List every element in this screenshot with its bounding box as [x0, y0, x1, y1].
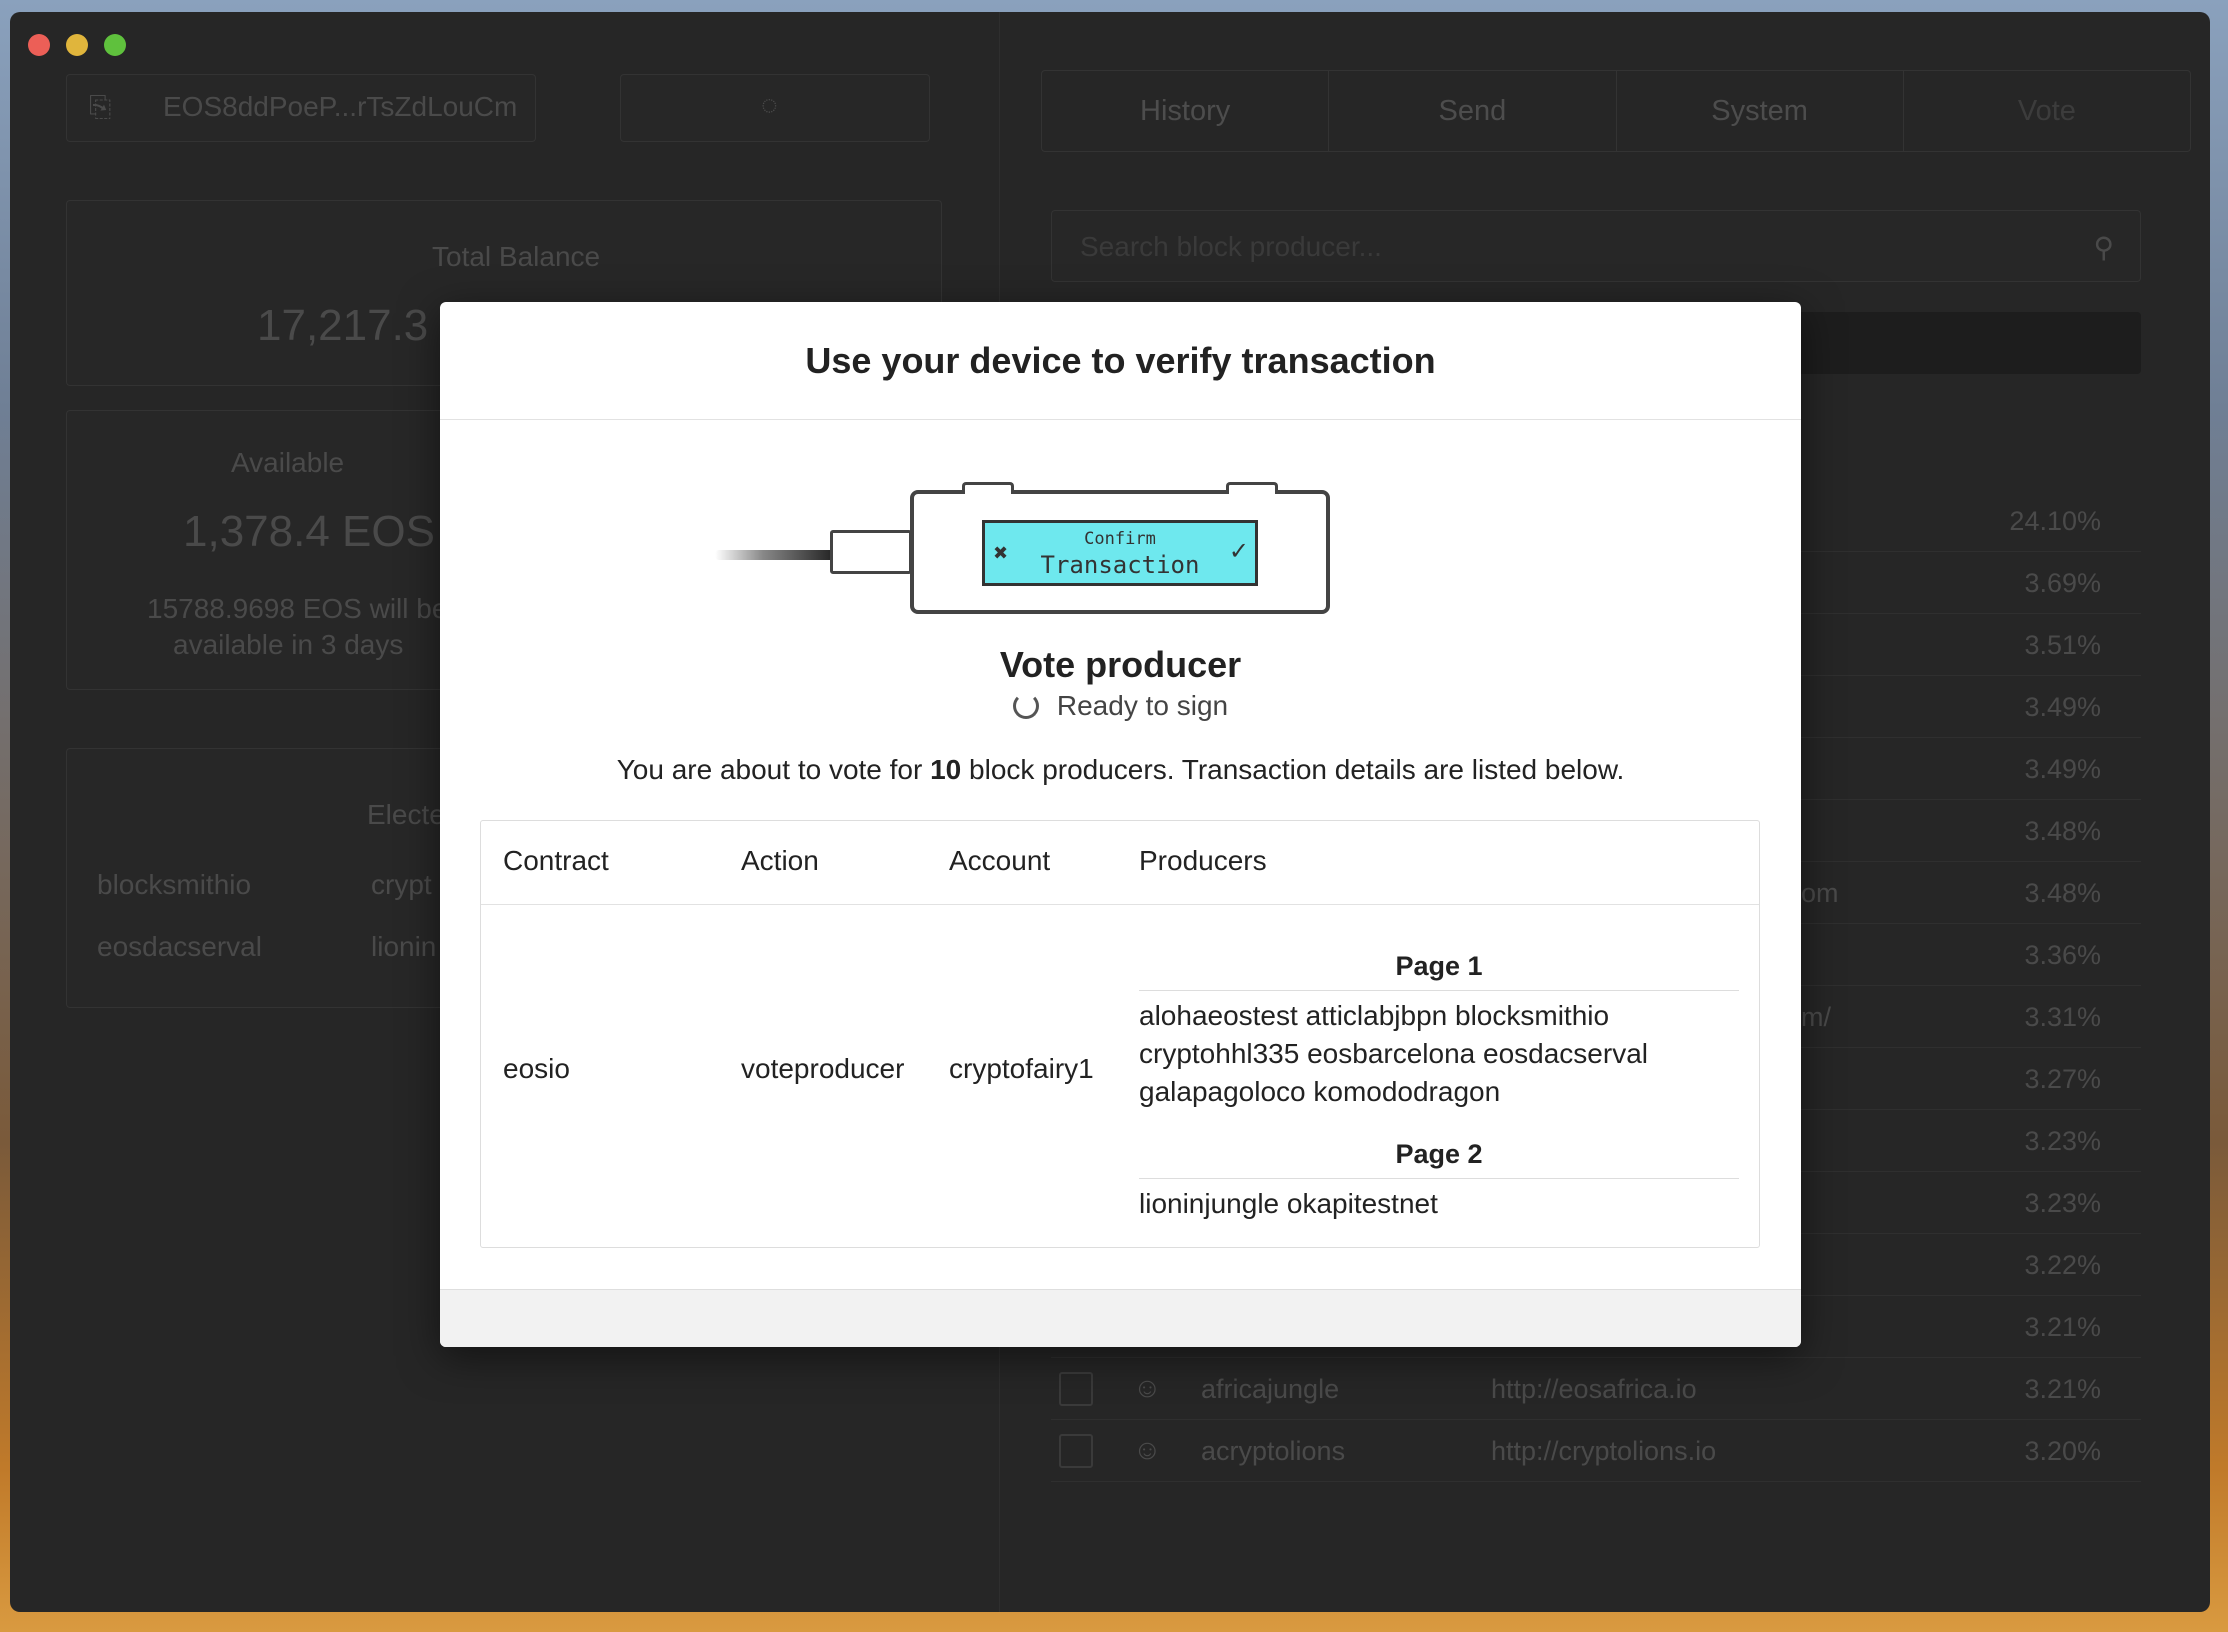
page-producer-list: lioninjungle okapitestnet: [1139, 1179, 1739, 1223]
desc-suffix: block producers. Transaction details are…: [961, 754, 1625, 785]
transaction-details-table: Contract Action Account Producers eosio …: [480, 820, 1760, 1248]
header-producers: Producers: [1139, 845, 1267, 876]
page-producer-list: alohaeostest atticlabjbpn blocksmithio c…: [1139, 991, 1739, 1111]
header-action: Action: [741, 845, 819, 876]
device-button-right: [1226, 482, 1278, 494]
app-window: ⎘ EOS8ddPoeP...rTsZdLouCm ◌ Total Balanc…: [10, 12, 2210, 1612]
cell-account: cryptofairy1: [949, 1053, 1094, 1084]
sign-status-text: Ready to sign: [1056, 690, 1229, 721]
producer-line: alohaeostest atticlabjbpn blocksmithio: [1139, 1000, 1610, 1031]
device-body: ✖ Confirm Transaction ✓: [910, 482, 1330, 614]
page-label: Page 2: [1139, 1139, 1739, 1179]
modal-header: Use your device to verify transaction: [440, 302, 1801, 420]
header-account: Account: [949, 845, 1051, 876]
cell-action: voteproducer: [741, 1053, 905, 1084]
usb-plug: [830, 530, 912, 574]
sign-status: Ready to sign: [440, 690, 1801, 722]
producer-line: cryptohhl335 eosbarcelona eosdacserval: [1139, 1038, 1648, 1069]
cell-contract: eosio: [503, 1053, 570, 1084]
action-title: Vote producer: [999, 644, 1242, 685]
table-header: Contract Action Account Producers: [481, 821, 1759, 905]
confirm-check-icon: ✓: [1228, 538, 1249, 565]
spinner-icon: [1012, 693, 1039, 719]
producer-line: galapagoloco komododragon: [1139, 1076, 1501, 1107]
device-screen-big-text: Transaction: [1040, 551, 1200, 579]
page-label: Page 1: [1139, 951, 1739, 991]
producers-cell: Page 1 alohaeostest atticlabjbpn blocksm…: [1139, 951, 1739, 1251]
modal-title: Use your device to verify transaction: [805, 339, 1436, 381]
modal-footer: [440, 1289, 1801, 1347]
device-screen: ✖ Confirm Transaction ✓: [982, 520, 1258, 586]
vote-description: You are about to vote for 10 block produ…: [440, 754, 1801, 786]
header-contract: Contract: [503, 845, 609, 876]
producer-count: 10: [930, 754, 962, 785]
table-row: eosio voteproducer cryptofairy1 Page 1 a…: [481, 905, 1759, 1245]
hardware-wallet-illustration: ✖ Confirm Transaction ✓: [715, 482, 1330, 630]
device-screen-small-text: Confirm: [1084, 529, 1156, 549]
desc-prefix: You are about to vote for: [616, 754, 931, 785]
verify-transaction-modal: Use your device to verify transaction ✖ …: [440, 302, 1801, 1347]
usb-cable: [715, 550, 835, 560]
producer-line: lioninjungle okapitestnet: [1139, 1188, 1438, 1219]
device-button-left: [962, 482, 1014, 494]
